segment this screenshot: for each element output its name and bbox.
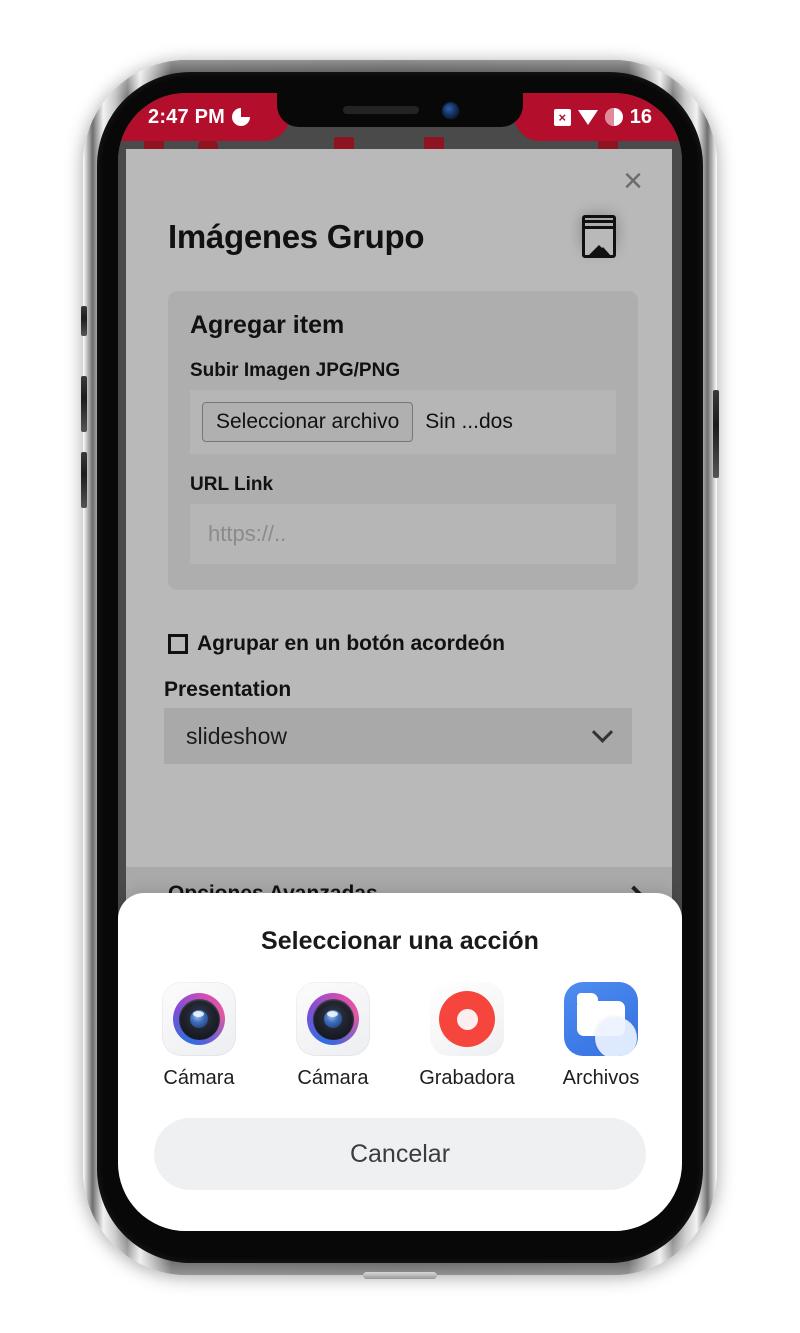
mute-switch-button[interactable]: [81, 306, 87, 336]
stacked-images-icon: [582, 215, 632, 259]
app-label: Cámara: [163, 1067, 235, 1089]
charging-port: [363, 1272, 437, 1279]
action-sheet-title: Seleccionar una acción: [261, 927, 539, 955]
files-app-icon: [564, 982, 638, 1056]
modal-header: Imágenes Grupo: [126, 149, 672, 259]
select-file-button[interactable]: Seleccionar archivo: [202, 402, 414, 442]
speaker-grille-icon: [342, 106, 419, 114]
file-status-label: Sin ...dos: [425, 410, 513, 433]
app-option-camera-2[interactable]: Cámara: [287, 982, 379, 1090]
voice-recorder-app-icon: [430, 982, 504, 1056]
app-option-camera-1[interactable]: Cámara: [153, 982, 245, 1090]
presentation-selected-value: slideshow: [186, 722, 287, 749]
action-sheet: Seleccionar una acción Cámara Cámara Gra…: [118, 893, 682, 1231]
accordion-checkbox-row[interactable]: Agrupar en un botón acordeón: [168, 632, 632, 656]
accordion-checkbox-label: Agrupar en un botón acordeón: [197, 632, 505, 655]
page-title: Imágenes Grupo: [168, 218, 425, 255]
app-option-files[interactable]: Archivos: [555, 982, 647, 1090]
cancel-button[interactable]: Cancelar: [154, 1118, 646, 1190]
url-input[interactable]: [190, 504, 616, 564]
front-camera-icon: [442, 102, 458, 118]
accordion-checkbox[interactable]: [168, 634, 188, 654]
phone-screen: 2:47 PM × 16 × Imágenes Grupo Agregar it…: [118, 93, 682, 1231]
presentation-select[interactable]: slideshow: [164, 708, 632, 764]
volume-down-button[interactable]: [81, 452, 87, 508]
upload-label: Subir Imagen JPG/PNG: [190, 360, 401, 381]
presentation-label: Presentation: [164, 678, 292, 701]
power-button[interactable]: [713, 390, 719, 478]
app-label: Grabadora: [419, 1067, 515, 1089]
camera-app-icon: [162, 982, 236, 1056]
device-notch: [277, 93, 523, 127]
url-label: URL Link: [190, 474, 274, 495]
phone-device: 2:47 PM × 16 × Imágenes Grupo Agregar it…: [81, 60, 719, 1279]
app-option-recorder[interactable]: Grabadora: [419, 982, 515, 1090]
volume-up-button[interactable]: [81, 376, 87, 432]
close-icon[interactable]: ×: [616, 164, 650, 199]
app-label: Archivos: [562, 1067, 640, 1089]
action-sheet-apps: Cámara Cámara Grabadora Archivos: [118, 956, 682, 1090]
camera-app-icon: [296, 982, 370, 1056]
app-label: Cámara: [297, 1067, 369, 1089]
card-heading: Agregar item: [190, 311, 345, 339]
chevron-down-icon: [591, 721, 614, 743]
file-input-row[interactable]: Seleccionar archivo Sin ...dos: [190, 390, 616, 454]
add-item-card: Agregar item Subir Imagen JPG/PNG Selecc…: [168, 291, 638, 590]
